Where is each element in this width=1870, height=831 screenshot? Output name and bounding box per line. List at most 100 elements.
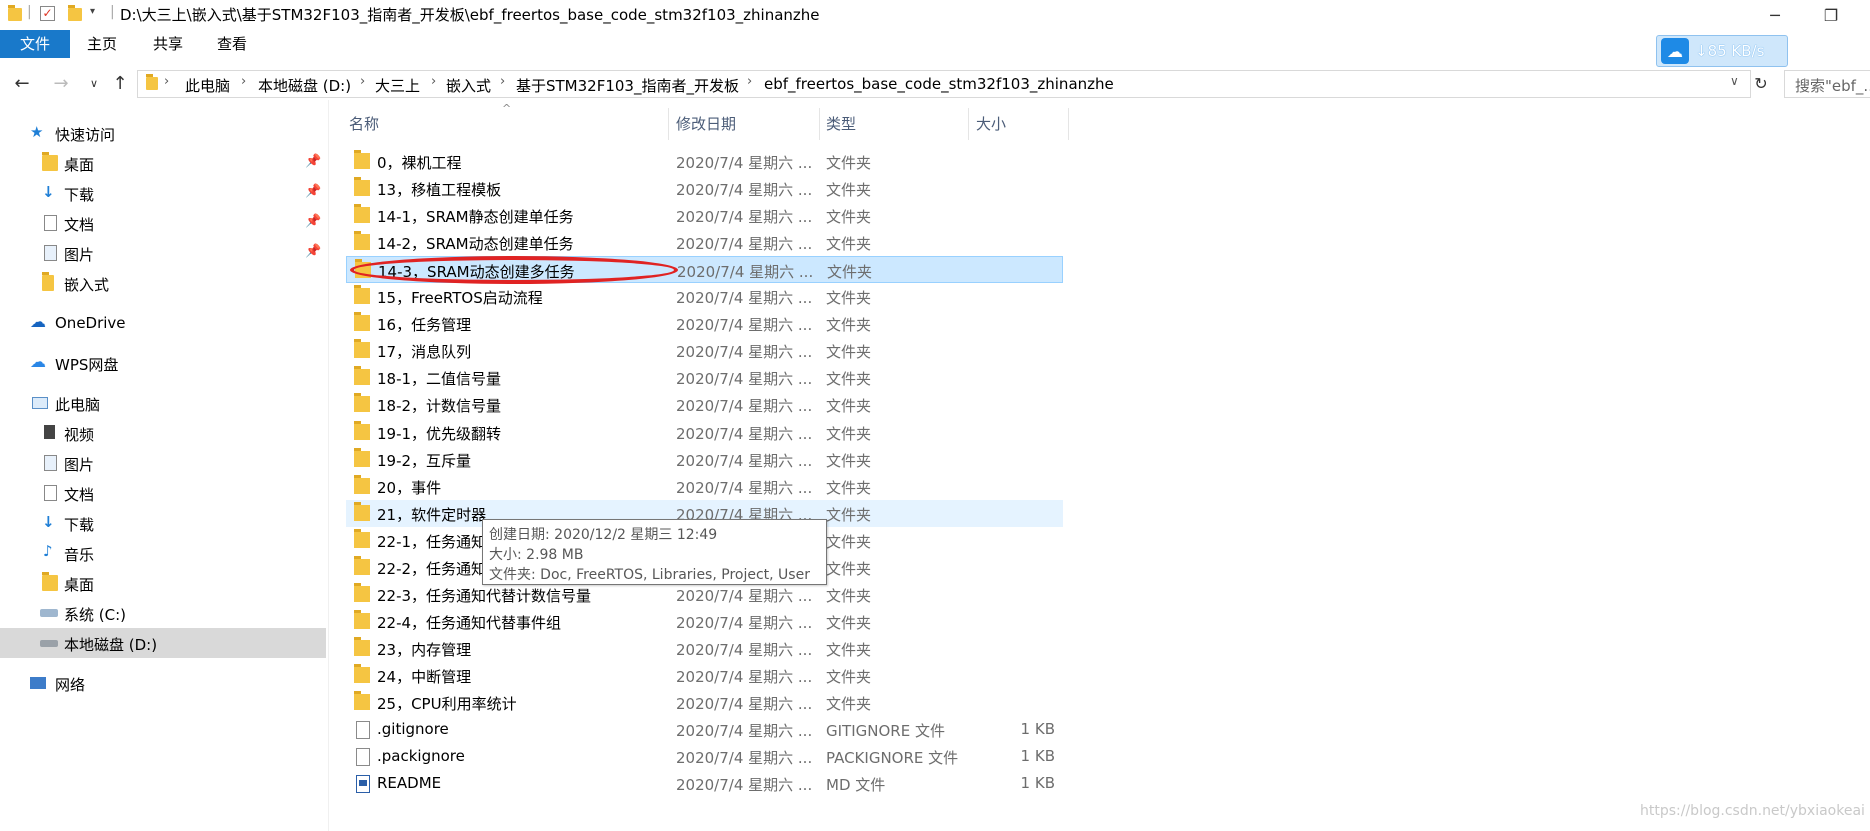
back-arrow-icon[interactable]: ← [11,72,33,94]
file-date: 2020/7/4 星期六 ... [676,452,813,470]
sidebar-item-pc-downloads[interactable]: ↓ 下载 [0,510,326,536]
file-name: 17，消息队列 [377,343,472,361]
chevron-right-icon[interactable]: › [500,74,505,89]
properties-icon[interactable]: ✓ [40,6,55,21]
chevron-down-icon[interactable]: ∨ [1730,74,1739,88]
sidebar-item-videos[interactable]: 视频 [0,420,326,446]
file-row[interactable]: 20，事件 2020/7/4 星期六 ... 文件夹 [346,473,1063,500]
network-speed-widget[interactable]: ☁ ↓85 KB/s [1656,35,1788,67]
file-row[interactable]: 22-4，任务通知代替事件组 2020/7/4 星期六 ... 文件夹 [346,608,1063,635]
file-name: 24，中断管理 [377,668,472,686]
sidebar-item-pc-pictures[interactable]: 图片 [0,450,326,476]
tab-home[interactable]: 主页 [76,30,128,58]
breadcrumb-board[interactable]: 基于STM32F103_指南者_开发板 [516,75,739,96]
pin-icon[interactable]: 📌 [305,154,321,169]
breadcrumb-this-pc[interactable]: 此电脑 [185,75,230,96]
breadcrumb-junior-fall[interactable]: 大三上 [375,75,420,96]
file-date: 2020/7/4 星期六 ... [676,289,813,307]
sidebar-item-drive-d[interactable]: 本地磁盘 (D:) [0,628,326,658]
sidebar-item-music[interactable]: ♪ 音乐 [0,540,326,566]
maximize-button[interactable]: ❐ [1808,0,1854,30]
file-row[interactable]: 14-2，SRAM动态创建单任务 2020/7/4 星期六 ... 文件夹 [346,229,1063,256]
pin-icon[interactable]: 📌 [305,214,321,229]
minimize-button[interactable]: ─ [1752,0,1798,30]
address-bar[interactable]: › 此电脑 › 本地磁盘 (D:) › 大三上 › 嵌入式 › 基于STM32F… [137,70,1751,98]
file-name: .packignore [377,747,465,765]
breadcrumb-current-folder[interactable]: ebf_freertos_base_code_stm32f103_zhinanz… [764,75,1114,93]
file-row[interactable]: 14-1，SRAM静态创建单任务 2020/7/4 星期六 ... 文件夹 [346,202,1063,229]
file-date: 2020/7/4 星期六 ... [676,235,813,253]
customize-toolbar-icon[interactable]: ▾ [90,6,95,17]
sidebar-item-wps[interactable]: ☁ WPS网盘 [0,350,326,376]
sidebar-item-onedrive[interactable]: ☁ OneDrive [0,310,326,336]
file-date: 2020/7/4 星期六 ... [676,587,813,605]
column-divider[interactable] [668,108,669,140]
new-folder-icon[interactable] [68,5,82,21]
tab-view[interactable]: 查看 [206,30,258,58]
file-size: 1 KB [1020,747,1055,765]
file-row[interactable]: 17，消息队列 2020/7/4 星期六 ... 文件夹 [346,337,1063,364]
chevron-right-icon[interactable]: › [360,74,365,89]
tooltip-created: 创建日期: 2020/12/2 星期三 12:49 [489,527,718,543]
sidebar-item-pc-documents[interactable]: 文档 [0,480,326,506]
file-row[interactable]: 18-1，二值信号量 2020/7/4 星期六 ... 文件夹 [346,364,1063,391]
file-row[interactable]: 18-2，计数信号量 2020/7/4 星期六 ... 文件夹 [346,391,1063,418]
sidebar-item-label: 快速访问 [55,126,116,144]
file-row[interactable]: 19-1，优先级翻转 2020/7/4 星期六 ... 文件夹 [346,419,1063,446]
file-row[interactable]: .gitignore 2020/7/4 星期六 ... GITIGNORE 文件 1 … [346,716,1063,743]
folder-icon [354,583,370,602]
column-header-date[interactable]: 修改日期 [676,113,736,135]
tab-share[interactable]: 共享 [142,30,194,58]
drive-icon [40,640,58,647]
up-arrow-icon[interactable]: ↑ [109,72,131,94]
recent-locations-icon[interactable]: ∨ [83,72,105,94]
sidebar-item-this-pc[interactable]: 此电脑 [0,390,326,416]
breadcrumb-drive-d[interactable]: 本地磁盘 (D:) [258,75,351,96]
pin-icon[interactable]: 📌 [305,184,321,199]
sidebar-item-documents[interactable]: 文档 📌 [0,210,326,236]
file-row[interactable]: 13，移植工程模板 2020/7/4 星期六 ... 文件夹 [346,175,1063,202]
file-row[interactable]: 15，FreeRTOS启动流程 2020/7/4 星期六 ... 文件夹 [346,283,1063,310]
tab-file[interactable]: 文件 [0,30,70,58]
chevron-right-icon[interactable]: › [431,74,436,89]
column-header-type[interactable]: 类型 [826,113,856,135]
sidebar-item-network[interactable]: 网络 [0,670,326,696]
file-row[interactable]: 24，中断管理 2020/7/4 星期六 ... 文件夹 [346,662,1063,689]
file-row[interactable]: .packignore 2020/7/4 星期六 ... PACKIGNORE 文件… [346,743,1063,770]
sidebar-item-drive-c[interactable]: 系统 (C:) [0,600,326,626]
chevron-right-icon[interactable]: › [241,74,246,89]
file-row[interactable]: 0，裸机工程 2020/7/4 星期六 ... 文件夹 [346,148,1063,175]
column-header-name[interactable]: 名称 [349,113,379,135]
column-divider[interactable] [968,108,969,140]
forward-arrow-icon[interactable]: → [50,72,72,94]
chevron-right-icon[interactable]: › [164,74,169,89]
sidebar-item-pictures[interactable]: 图片 📌 [0,240,326,266]
sidebar-item-desktop[interactable]: 桌面 📌 [0,150,326,176]
file-date: 2020/7/4 星期六 ... [676,343,813,361]
column-divider[interactable] [819,108,820,140]
document-icon [44,215,57,231]
search-input[interactable]: 搜索"ebf_... [1784,70,1870,98]
file-row[interactable]: 19-2，互斥量 2020/7/4 星期六 ... 文件夹 [346,446,1063,473]
sidebar-item-quick-access[interactable]: ★ 快速访问 [0,120,326,146]
pin-icon[interactable]: 📌 [305,244,321,259]
file-row[interactable]: 22-3，任务通知代替计数信号量 2020/7/4 星期六 ... 文件夹 [346,581,1063,608]
file-date: 2020/7/4 星期六 ... [676,776,813,794]
file-row[interactable]: 25，CPU利用率统计 2020/7/4 星期六 ... 文件夹 [346,689,1063,716]
folder-icon [354,691,370,710]
file-name: .gitignore [377,720,449,738]
file-date: 2020/7/4 星期六 ... [676,749,813,767]
folder-icon [354,393,370,412]
file-row[interactable]: 23，内存管理 2020/7/4 星期六 ... 文件夹 [346,635,1063,662]
breadcrumb-embedded[interactable]: 嵌入式 [446,75,491,96]
column-divider[interactable] [1068,108,1069,140]
sidebar-item-pc-desktop[interactable]: 桌面 [0,570,326,596]
column-header-size[interactable]: 大小 [976,113,1006,135]
file-row[interactable]: README 2020/7/4 星期六 ... MD 文件 1 KB [346,770,1063,797]
chevron-right-icon[interactable]: › [747,74,752,89]
file-name: 14-2，SRAM动态创建单任务 [377,235,574,253]
sidebar-item-downloads[interactable]: ↓ 下载 📌 [0,180,326,206]
file-row[interactable]: 16，任务管理 2020/7/4 星期六 ... 文件夹 [346,310,1063,337]
sidebar-item-embedded[interactable]: 嵌入式 [0,270,326,296]
refresh-icon[interactable]: ↻ [1750,72,1772,94]
